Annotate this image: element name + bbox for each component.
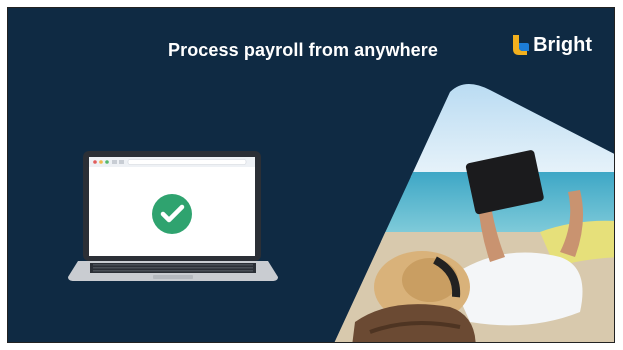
slide-frame: Process payroll from anywhere Bright: [7, 7, 615, 343]
slide-title: Process payroll from anywhere: [168, 40, 439, 60]
check-circle-icon: [152, 194, 192, 234]
brand-name: Bright: [533, 33, 592, 56]
beach-person-illustration: [330, 83, 614, 342]
laptop-illustration: [68, 151, 278, 281]
brand-logo: Bright: [511, 33, 592, 57]
bright-logo-icon: [513, 35, 530, 55]
